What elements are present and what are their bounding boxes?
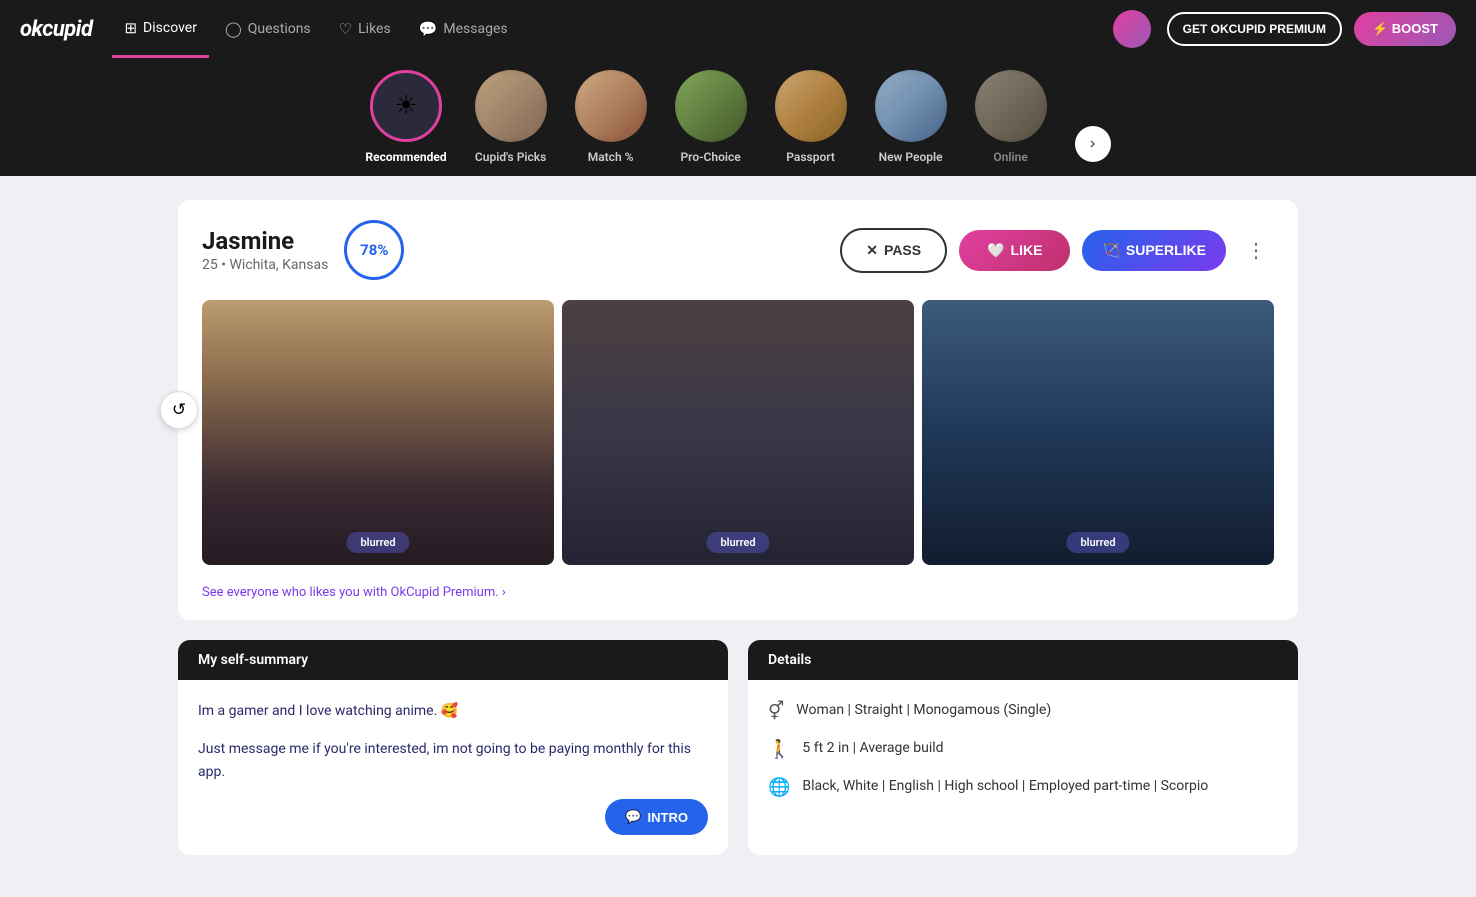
category-label-pro-choice: Pro-Choice <box>680 150 740 164</box>
more-options-button[interactable]: ⋮ <box>1238 234 1274 267</box>
logo: okcupid <box>20 17 92 42</box>
category-match[interactable]: Match % <box>575 70 647 176</box>
details-body: ⚥ Woman | Straight | Monogamous (Single)… <box>748 680 1298 834</box>
category-passport[interactable]: Passport <box>775 70 847 176</box>
category-pro-choice[interactable]: Pro-Choice <box>675 70 747 176</box>
photo-1-label: blurred <box>346 532 409 553</box>
main-content: ↺ Jasmine 25 • Wichita, Kansas 78% ✕ PAS… <box>158 176 1318 879</box>
photo-2[interactable]: blurred <box>562 300 914 565</box>
detail-row-gender: ⚥ Woman | Straight | Monogamous (Single) <box>768 700 1278 722</box>
top-nav: okcupid ⊞ Discover ◯ Questions ♡ Likes 💬… <box>0 0 1476 58</box>
messages-icon: 💬 <box>419 20 438 38</box>
intro-button[interactable]: 💬 INTRO <box>605 799 708 835</box>
like-heart-icon: 🤍 <box>987 242 1004 259</box>
profile-card: ↺ Jasmine 25 • Wichita, Kansas 78% ✕ PAS… <box>178 200 1298 620</box>
photo-grid: blurred blurred blurred <box>202 300 1274 565</box>
intro-chat-icon: 💬 <box>625 809 641 825</box>
category-label-passport: Passport <box>786 150 835 164</box>
passport-thumb <box>775 70 847 142</box>
self-summary-header: My self-summary <box>178 640 728 680</box>
self-summary-text2: Just message me if you're interested, im… <box>198 738 708 783</box>
undo-button[interactable]: ↺ <box>160 391 198 429</box>
detail-text-gender: Woman | Straight | Monogamous (Single) <box>796 700 1051 721</box>
details-header: Details <box>748 640 1298 680</box>
new-people-thumb <box>875 70 947 142</box>
photo-3[interactable]: blurred <box>922 300 1274 565</box>
self-summary-body: Im a gamer and I love watching anime. 🥰 … <box>178 680 728 855</box>
recommended-icon: ☀ <box>394 91 417 121</box>
bottom-sections: My self-summary Im a gamer and I love wa… <box>178 640 1298 855</box>
cupids-picks-thumb <box>475 70 547 142</box>
superlike-button[interactable]: 🏹 SUPERLIKE <box>1082 230 1226 271</box>
premium-promo[interactable]: See everyone who likes you with OkCupid … <box>202 581 1274 600</box>
detail-text-height: 5 ft 2 in | Average build <box>802 738 943 759</box>
nav-item-likes[interactable]: ♡ Likes <box>327 0 403 58</box>
category-bar: ☀ Recommended Cupid's Picks Match % Pro-… <box>0 58 1476 176</box>
detail-row-ethnicity: 🌐 Black, White | English | High school |… <box>768 776 1278 798</box>
category-next-button[interactable]: › <box>1075 126 1111 162</box>
detail-text-ethnicity: Black, White | English | High school | E… <box>802 776 1208 797</box>
height-icon: 🚶 <box>768 739 790 760</box>
premium-button[interactable]: GET OKCUPID PREMIUM <box>1167 12 1342 46</box>
likes-icon: ♡ <box>339 20 352 38</box>
profile-name: Jasmine <box>202 227 328 255</box>
nav-avatar-area[interactable] <box>1113 10 1151 48</box>
online-thumb <box>975 70 1047 142</box>
category-online[interactable]: Online <box>975 70 1047 176</box>
self-summary-text1: Im a gamer and I love watching anime. 🥰 <box>198 700 708 722</box>
nav-item-questions[interactable]: ◯ Questions <box>213 0 323 58</box>
match-thumb <box>575 70 647 142</box>
self-summary-card: My self-summary Im a gamer and I love wa… <box>178 640 728 855</box>
category-recommended[interactable]: ☀ Recommended <box>365 70 446 176</box>
discover-icon: ⊞ <box>124 19 137 37</box>
category-label-new-people: New People <box>879 150 943 164</box>
profile-age: 25 <box>202 257 218 273</box>
match-circle: 78% <box>344 220 404 280</box>
details-card: Details ⚥ Woman | Straight | Monogamous … <box>748 640 1298 855</box>
globe-icon: 🌐 <box>768 777 790 798</box>
photo-3-label: blurred <box>1066 532 1129 553</box>
superlike-icon: 🏹 <box>1102 242 1119 259</box>
category-new-people[interactable]: New People <box>875 70 947 176</box>
photo-1[interactable]: blurred <box>202 300 554 565</box>
category-label-cupids-picks: Cupid's Picks <box>475 150 546 164</box>
nav-item-discover[interactable]: ⊞ Discover <box>112 0 208 58</box>
category-label-match: Match % <box>588 150 634 164</box>
category-label-online: Online <box>993 150 1027 164</box>
nav-item-messages[interactable]: 💬 Messages <box>407 0 520 58</box>
action-buttons: ✕ PASS 🤍 LIKE 🏹 SUPERLIKE ⋮ <box>840 228 1274 273</box>
pro-choice-thumb <box>675 70 747 142</box>
category-label-recommended: Recommended <box>365 150 446 164</box>
recommended-thumb: ☀ <box>370 70 442 142</box>
detail-row-height: 🚶 5 ft 2 in | Average build <box>768 738 1278 760</box>
profile-info: Jasmine 25 • Wichita, Kansas <box>202 227 328 273</box>
gender-icon: ⚥ <box>768 701 784 722</box>
boost-button[interactable]: ⚡ BOOST <box>1354 12 1456 46</box>
questions-icon: ◯ <box>225 20 242 38</box>
photo-2-label: blurred <box>706 532 769 553</box>
avatar <box>1113 10 1151 48</box>
profile-age-location: 25 • Wichita, Kansas <box>202 257 328 273</box>
pass-x-icon: ✕ <box>866 242 878 259</box>
category-cupids-picks[interactable]: Cupid's Picks <box>475 70 547 176</box>
profile-header-row: Jasmine 25 • Wichita, Kansas 78% ✕ PASS … <box>202 220 1274 280</box>
premium-link[interactable]: See everyone who likes you with OkCupid … <box>202 585 506 600</box>
profile-location: Wichita, Kansas <box>229 257 328 273</box>
like-button[interactable]: 🤍 LIKE <box>959 230 1070 271</box>
pass-button[interactable]: ✕ PASS <box>840 228 947 273</box>
